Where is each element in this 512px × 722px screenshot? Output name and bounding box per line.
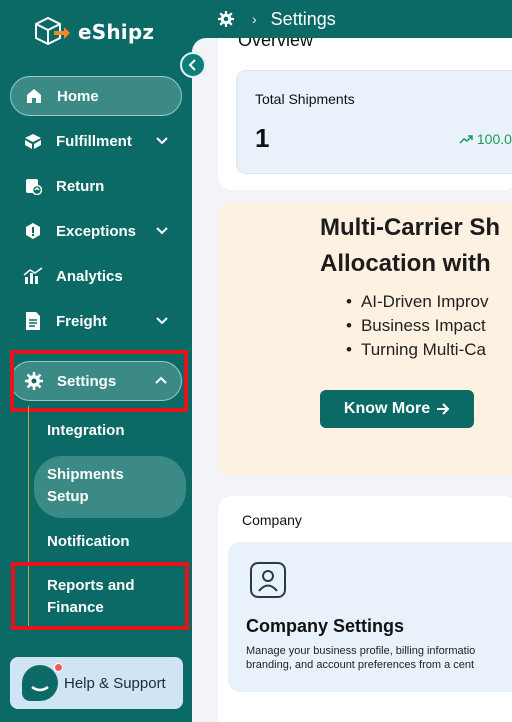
total-shipments-label: Total Shipments	[255, 91, 355, 107]
chevron-left-icon	[188, 59, 196, 71]
submenu-item-integration[interactable]: Integration	[34, 420, 186, 442]
know-more-label: Know More	[343, 400, 431, 417]
sidebar-item-fulfillment[interactable]: Fulfillment	[10, 121, 182, 161]
collapse-sidebar-button[interactable]	[180, 52, 206, 78]
bullet-item: Business Impact	[346, 314, 488, 338]
main-content: Overview Total Shipments 1 100.0 Multi-C…	[192, 38, 512, 722]
trend-indicator: 100.0	[459, 131, 512, 147]
trend-value: 100.0	[476, 131, 512, 147]
page-title: Settings	[270, 8, 336, 29]
box-icon	[22, 130, 44, 152]
company-settings-tile[interactable]: Company Settings Manage your business pr…	[228, 542, 512, 692]
sidebar: eShipz Home Fulfillment Return Exception…	[0, 0, 192, 722]
gear-icon[interactable]	[218, 11, 234, 27]
company-settings-title: Company Settings	[246, 616, 405, 636]
sidebar-item-label: Return	[56, 177, 105, 195]
chevron-down-icon[interactable]	[154, 312, 170, 328]
settings-highlight	[10, 350, 188, 412]
brand-logo[interactable]: eShipz	[30, 14, 154, 50]
banner-title: Multi-Carrier Sh Allocation with	[320, 210, 512, 282]
sidebar-item-exceptions[interactable]: Exceptions	[10, 211, 182, 251]
total-shipments-tile[interactable]: Total Shipments 1 100.0	[236, 70, 512, 174]
analytics-icon	[22, 265, 44, 287]
bullet-item: AI-Driven Improv	[346, 290, 489, 314]
description-line: branding, and account preferences from a…	[246, 659, 475, 671]
help-support-button[interactable]: Help & Support	[10, 657, 183, 709]
brand-name: eShipz	[78, 20, 155, 44]
chevron-down-icon[interactable]	[154, 132, 170, 148]
sidebar-item-analytics[interactable]: Analytics	[10, 256, 182, 296]
trend-up-icon	[459, 135, 473, 144]
company-card: Company Company Settings Manage your bus…	[218, 496, 512, 722]
return-icon	[22, 175, 44, 197]
sidebar-item-home[interactable]: Home	[10, 76, 182, 116]
banner-title-line: Allocation with	[320, 250, 491, 277]
sidebar-item-freight[interactable]: Freight	[10, 301, 182, 341]
company-settings-description: Manage your business profile, billing in…	[246, 644, 512, 672]
sidebar-item-label: Exceptions	[56, 222, 137, 240]
sidebar-item-return[interactable]: Return	[10, 166, 182, 206]
banner-title-line: Multi-Carrier Sh	[320, 214, 501, 241]
submenu-item-notification[interactable]: Notification	[34, 531, 186, 553]
breadcrumb-separator: ›	[252, 11, 257, 27]
sidebar-item-label: Home	[57, 87, 99, 105]
topbar: › Settings	[192, 0, 512, 38]
overview-title: Overview	[238, 38, 314, 50]
overview-card: Overview Total Shipments 1 100.0	[218, 38, 512, 190]
promo-banner: Multi-Carrier Sh Allocation with AI-Driv…	[218, 202, 512, 476]
bullet-item: Turning Multi-Ca	[346, 338, 488, 362]
alert-icon	[22, 220, 44, 242]
notification-dot	[54, 663, 63, 672]
document-icon	[22, 310, 44, 332]
sidebar-item-label: Fulfillment	[56, 132, 132, 150]
submenu-item-shipments-setup[interactable]: Shipments Setup	[34, 456, 186, 518]
user-profile-icon	[250, 562, 286, 598]
chat-icon	[22, 665, 58, 701]
chevron-down-icon[interactable]	[154, 222, 170, 238]
company-section-label: Company	[242, 512, 302, 528]
sidebar-item-label: Analytics	[56, 267, 123, 285]
total-shipments-value: 1	[255, 123, 270, 153]
help-label: Help & Support	[64, 674, 166, 692]
know-more-button[interactable]: Know More	[320, 390, 474, 428]
sidebar-item-label: Freight	[56, 312, 107, 330]
home-icon	[23, 85, 45, 107]
logo-icon	[35, 16, 70, 46]
reports-highlight	[11, 562, 189, 630]
arrow-right-icon	[437, 403, 450, 415]
banner-bullets: AI-Driven Improv Business Impact Turning…	[346, 290, 489, 362]
description-line: Manage your business profile, billing in…	[246, 645, 476, 657]
